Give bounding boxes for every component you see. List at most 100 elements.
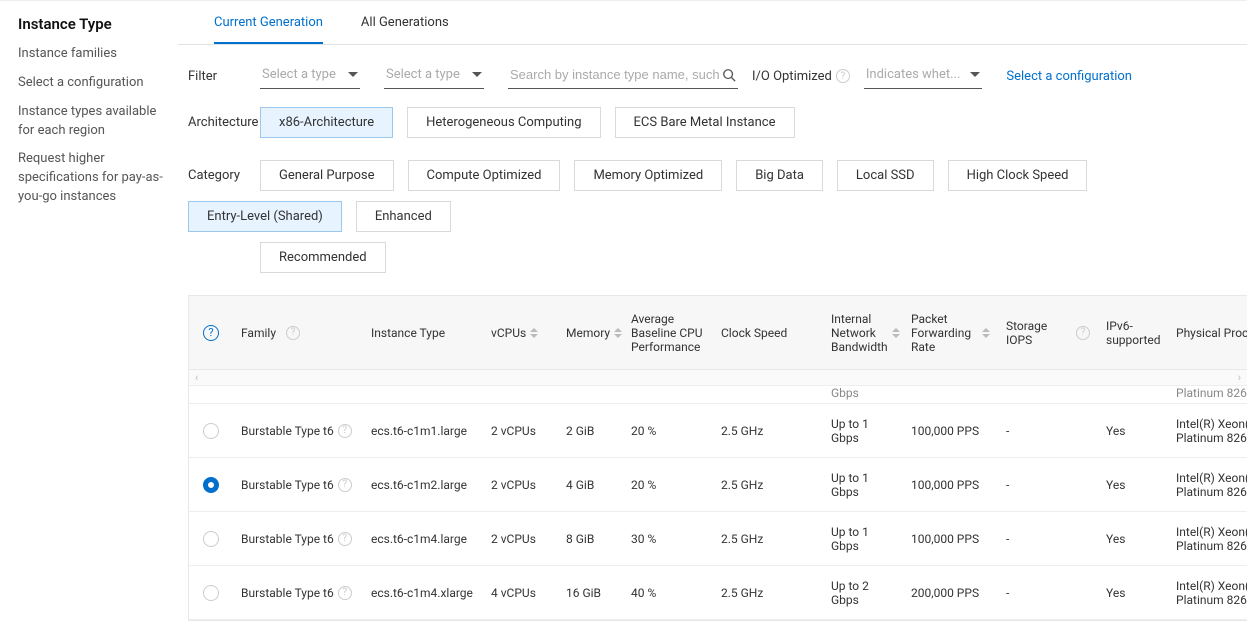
sort-icon — [892, 328, 900, 338]
cat-general[interactable]: General Purpose — [260, 160, 394, 191]
col-baseline: Average Baseline CPU Performance — [623, 302, 713, 364]
search-box[interactable] — [508, 63, 738, 89]
category-row: Category General Purpose Compute Optimiz… — [178, 160, 1247, 295]
cat-localssd[interactable]: Local SSD — [837, 160, 934, 191]
cell-pps: 100,000 PPS — [903, 468, 998, 502]
help-icon[interactable]: ? — [1076, 326, 1090, 340]
tab-all-generations[interactable]: All Generations — [361, 1, 449, 44]
cell-proc: Intel(R) Xeon(R) Platinum 8269CY — [1168, 407, 1247, 455]
cat-bigdata[interactable]: Big Data — [736, 160, 823, 191]
filter-type-select-2[interactable]: Select a type — [384, 63, 484, 89]
io-optimized-select[interactable]: Indicates whet... — [864, 63, 983, 89]
cell-baseline: 20 % — [623, 414, 713, 448]
architecture-label: Architecture — [188, 115, 260, 130]
col-help: ? — [189, 315, 233, 351]
col-processor: Physical Processor — [1168, 316, 1247, 350]
cell-pps: 100,000 PPS — [903, 414, 998, 448]
sort-icon — [530, 328, 538, 338]
arch-heterogeneous[interactable]: Heterogeneous Computing — [407, 107, 600, 138]
cell-mem: 16 GiB — [558, 576, 623, 610]
table-row[interactable]: Burstable Type t6 ?ecs.t6-c1m2.large2 vC… — [189, 458, 1247, 512]
help-icon[interactable]: ? — [338, 478, 352, 492]
chevron-down-icon — [472, 72, 482, 77]
chevron-left-icon: ‹ — [195, 371, 198, 384]
cell-iops: - — [998, 414, 1098, 448]
cat-enhanced[interactable]: Enhanced — [356, 201, 451, 232]
row-radio[interactable] — [203, 423, 219, 439]
search-icon — [722, 68, 736, 82]
table-body: Burstable Type t6 ?ecs.t6-c1m1.large2 vC… — [189, 404, 1247, 620]
cell-mem: 4 GiB — [558, 468, 623, 502]
cell-baseline: 40 % — [623, 576, 713, 610]
col-ipv6: IPv6-supported — [1098, 309, 1168, 357]
table-row[interactable]: Burstable Type t6 ?ecs.t6-c1m4.large2 vC… — [189, 512, 1247, 566]
select-configuration-link[interactable]: Select a configuration — [1006, 69, 1132, 84]
filter-row: Filter Select a type Select a type I/O O… — [178, 45, 1247, 107]
cell-proc: Intel(R) Xeon(R) Platinum 8269CY — [1168, 569, 1247, 617]
cell-ipv6: Yes — [1098, 576, 1168, 610]
filter-label: Filter — [188, 69, 260, 84]
table-header: ? Family? Instance Type vCPUs Memory Ave… — [189, 296, 1247, 370]
filter-type-select-1[interactable]: Select a type — [260, 63, 360, 89]
sidebar-item[interactable]: Select a configuration — [18, 74, 170, 93]
help-icon[interactable]: ? — [338, 586, 352, 600]
sidebar-item[interactable]: Instance types available for each region — [18, 103, 170, 141]
cell-clock: 2.5 GHz — [713, 576, 823, 610]
instance-table: ? Family? Instance Type vCPUs Memory Ave… — [188, 295, 1247, 621]
cell-clock: 2.5 GHz — [713, 522, 823, 556]
cell-clock: 2.5 GHz — [713, 414, 823, 448]
search-input[interactable] — [510, 67, 722, 82]
col-memory[interactable]: Memory — [558, 316, 623, 350]
cell-band: Up to 1 Gbps — [823, 407, 903, 455]
col-bandwidth[interactable]: Internal Network Bandwidth — [823, 302, 903, 364]
cat-entry-level[interactable]: Entry-Level (Shared) — [188, 201, 342, 232]
row-radio[interactable] — [203, 531, 219, 547]
cell-itype: ecs.t6-c1m4.xlarge — [363, 576, 483, 610]
cell-pps: 200,000 PPS — [903, 576, 998, 610]
table-row-partial: Gbps Platinum 8269CY — [189, 386, 1247, 404]
help-icon[interactable]: ? — [836, 69, 850, 83]
cat-recommended[interactable]: Recommended — [260, 242, 386, 273]
cell-family: Burstable Type t6 ? — [233, 414, 363, 448]
help-icon[interactable]: ? — [338, 424, 352, 438]
sort-icon — [614, 328, 622, 338]
cat-highclock[interactable]: High Clock Speed — [948, 160, 1088, 191]
cat-memory[interactable]: Memory Optimized — [574, 160, 722, 191]
table-row[interactable]: Burstable Type t6 ?ecs.t6-c1m4.xlarge4 v… — [189, 566, 1247, 620]
cell-ipv6: Yes — [1098, 468, 1168, 502]
arch-bare-metal[interactable]: ECS Bare Metal Instance — [615, 107, 795, 138]
category-label: Category — [188, 168, 260, 183]
chevron-right-icon: › — [1238, 371, 1241, 384]
generation-tabs: Current Generation All Generations — [178, 1, 1247, 45]
cell-iops: - — [998, 576, 1098, 610]
sidebar-item[interactable]: Request higher specifications for pay-as… — [18, 150, 170, 207]
table-row[interactable]: Burstable Type t6 ?ecs.t6-c1m1.large2 vC… — [189, 404, 1247, 458]
help-icon[interactable]: ? — [286, 326, 300, 340]
chevron-down-icon — [970, 72, 980, 77]
col-vcpus[interactable]: vCPUs — [483, 316, 558, 350]
cell-proc: Intel(R) Xeon(R) Platinum 8269CY — [1168, 515, 1247, 563]
cell-itype: ecs.t6-c1m4.large — [363, 522, 483, 556]
cell-mem: 8 GiB — [558, 522, 623, 556]
horizontal-scroll-hint[interactable]: ‹› — [189, 370, 1247, 386]
select-placeholder: Select a type — [262, 67, 336, 82]
cat-compute[interactable]: Compute Optimized — [408, 160, 561, 191]
arch-x86[interactable]: x86-Architecture — [260, 107, 393, 138]
cell-itype: ecs.t6-c1m1.large — [363, 414, 483, 448]
cell-ipv6: Yes — [1098, 414, 1168, 448]
col-pps[interactable]: Packet Forwarding Rate — [903, 302, 998, 364]
help-icon[interactable]: ? — [203, 325, 219, 341]
cell-band: Up to 1 Gbps — [823, 461, 903, 509]
cell-family: Burstable Type t6 ? — [233, 468, 363, 502]
sidebar: Instance Type Instance families Select a… — [0, 1, 178, 621]
row-radio[interactable] — [203, 585, 219, 601]
cell-ipv6: Yes — [1098, 522, 1168, 556]
cell-family: Burstable Type t6 ? — [233, 522, 363, 556]
main-content: Current Generation All Generations Filte… — [178, 1, 1247, 621]
cell-mem: 2 GiB — [558, 414, 623, 448]
cell-proc: Intel(R) Xeon(R) Platinum 8269CY — [1168, 461, 1247, 509]
help-icon[interactable]: ? — [338, 532, 352, 546]
tab-current-generation[interactable]: Current Generation — [214, 1, 323, 44]
row-radio[interactable] — [203, 477, 219, 493]
sidebar-item[interactable]: Instance families — [18, 45, 170, 64]
